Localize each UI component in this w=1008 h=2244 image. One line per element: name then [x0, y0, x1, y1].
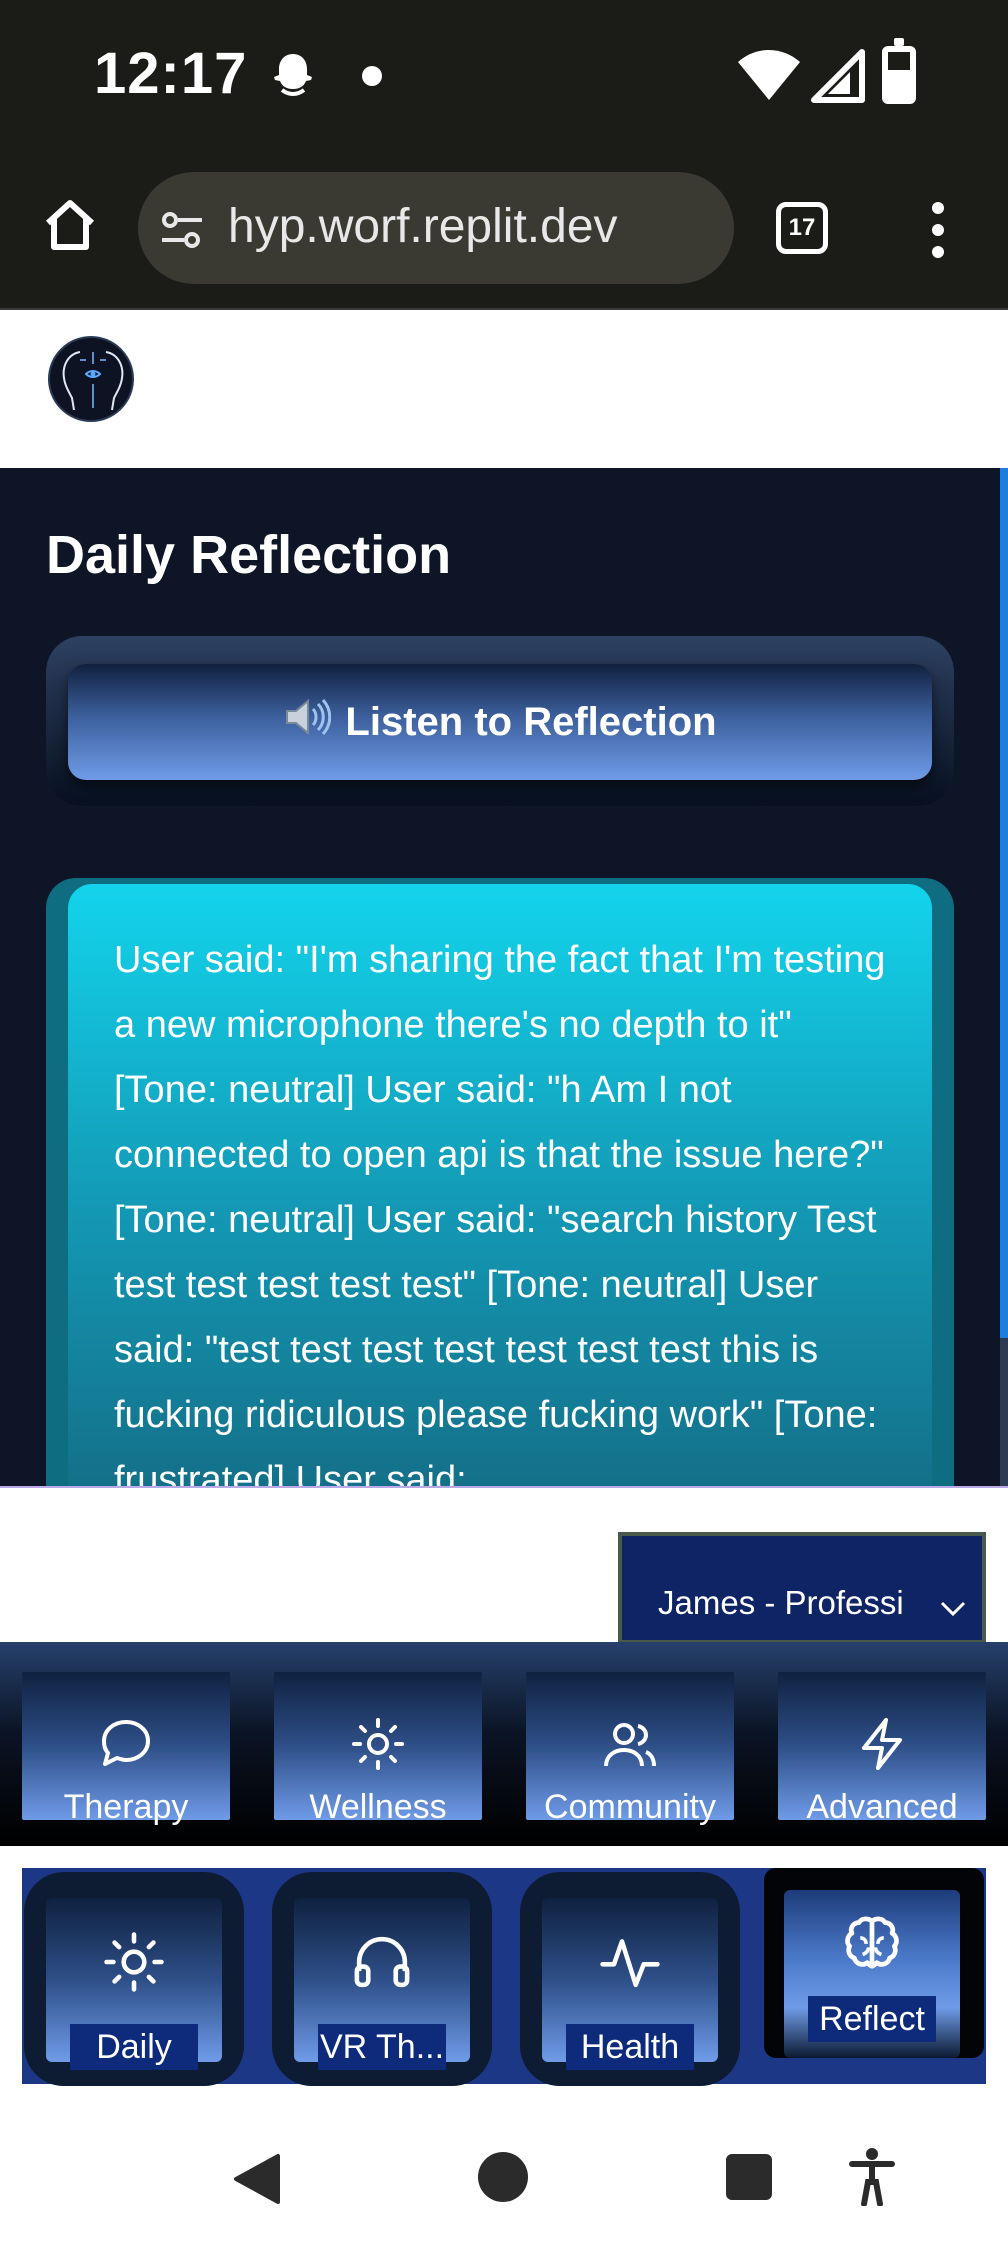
listen-button-container: Listen to Reflection [46, 636, 954, 806]
tab-switcher-button[interactable]: 17 [776, 202, 828, 254]
browser-toolbar: hyp.worf.replit.dev 17 [0, 150, 1008, 310]
coach-selector-bar: James - Professi [0, 1486, 1008, 1644]
category-wellness[interactable]: Wellness [274, 1672, 482, 1826]
listen-button-label: Listen to Reflection [345, 700, 717, 744]
reflection-text: User said: "I'm sharing the fact that I'… [114, 939, 886, 1486]
tab-vr-therapy[interactable]: VR Th... [272, 1872, 492, 2086]
recents-icon[interactable] [726, 2154, 772, 2200]
scrollbar-thumb[interactable] [1000, 468, 1008, 1338]
coach-select[interactable]: James - Professi [618, 1532, 986, 1644]
tab-reflect[interactable]: Reflect [764, 1868, 984, 2058]
listen-to-reflection-button[interactable]: Listen to Reflection [68, 664, 932, 780]
tab-label: Health [566, 2024, 694, 2070]
site-settings-icon[interactable] [160, 210, 204, 255]
reflection-card-container: User said: "I'm sharing the fact that I'… [46, 878, 954, 1486]
category-label: Community [544, 1788, 716, 1826]
users-icon [526, 1716, 734, 1772]
category-advanced[interactable]: Advanced [778, 1672, 986, 1826]
app-header [0, 312, 1008, 468]
app-logo[interactable] [48, 336, 134, 422]
reflection-card: User said: "I'm sharing the fact that I'… [68, 884, 932, 1486]
lightning-icon [778, 1716, 986, 1772]
home-icon[interactable] [40, 195, 100, 255]
snapchat-ghost-icon [268, 50, 318, 105]
sun-icon [46, 1930, 222, 1994]
headphones-icon [294, 1930, 470, 1994]
tab-health[interactable]: Health [520, 1872, 740, 2086]
category-label: Advanced [806, 1788, 958, 1826]
category-nav: Therapy Wellness Community Advanced [0, 1642, 1008, 1842]
bottom-tab-bar: Daily VR Th... Health Reflect [22, 1868, 986, 2086]
signal-icon [810, 48, 866, 109]
system-navigation-bar [0, 2106, 1008, 2244]
tab-label: Daily [70, 2024, 198, 2070]
category-community[interactable]: Community [526, 1672, 734, 1826]
category-therapy[interactable]: Therapy [22, 1672, 230, 1826]
tab-label: VR Th... [318, 2024, 446, 2070]
category-label: Wellness [309, 1788, 447, 1826]
reflection-section: Daily Reflection Listen to Reflection Us… [0, 468, 1008, 1486]
tab-label: Reflect [808, 1996, 936, 2042]
brain-icon [784, 1912, 960, 1976]
accessibility-icon[interactable] [848, 2146, 896, 2211]
page-title: Daily Reflection [46, 525, 452, 585]
url-text[interactable]: hyp.worf.replit.dev [228, 199, 718, 254]
home-circle-icon[interactable] [478, 2152, 528, 2202]
coach-select-value: James - Professi [658, 1584, 904, 1621]
battery-icon [882, 38, 916, 104]
speaker-icon [283, 666, 332, 782]
category-label: Therapy [63, 1788, 189, 1826]
notification-dot-icon [362, 66, 382, 86]
chat-bubble-icon [22, 1716, 230, 1772]
status-time: 12:17 [94, 41, 248, 106]
more-options-icon[interactable] [930, 202, 946, 262]
back-icon[interactable] [232, 2152, 282, 2211]
status-bar: 12:17 [0, 0, 1008, 150]
address-bar[interactable]: hyp.worf.replit.dev [138, 172, 734, 284]
activity-icon [542, 1930, 718, 1994]
chevron-down-icon [938, 1588, 968, 1626]
wifi-icon [736, 46, 802, 107]
scrollbar[interactable] [1000, 468, 1008, 1486]
sun-icon [274, 1716, 482, 1772]
tab-daily[interactable]: Daily [24, 1872, 244, 2086]
